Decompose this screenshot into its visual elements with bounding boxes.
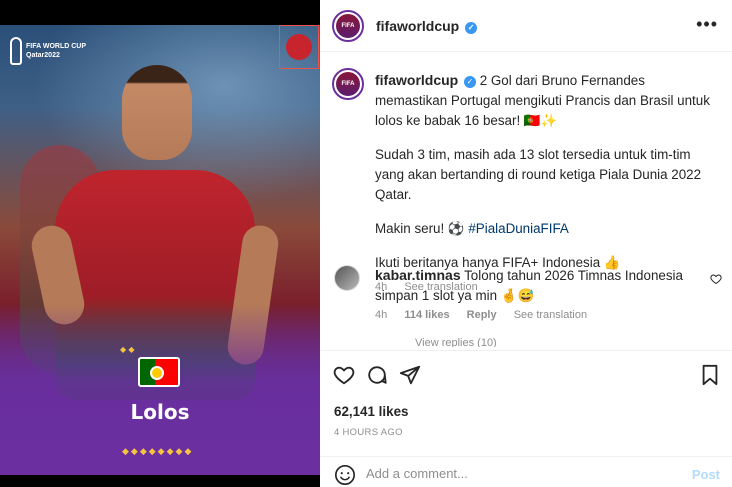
comment-like-icon[interactable] xyxy=(710,273,722,288)
post-actions: 62,141 likes 4 HOURS AGO Post xyxy=(320,350,732,487)
comment-time: 4h xyxy=(375,309,388,321)
save-bookmark-icon[interactable] xyxy=(698,363,722,387)
reply-button[interactable]: Reply xyxy=(467,309,497,321)
verified-icon: ✓ xyxy=(463,76,476,88)
caption-line3: Makin seru! ⚽ xyxy=(375,221,465,236)
world-cup-logo: FIFA WORLD CUP Qatar2022 xyxy=(10,37,86,65)
share-icon[interactable] xyxy=(398,363,422,387)
avatar[interactable] xyxy=(334,265,360,291)
fifa-logo-icon: FIFA xyxy=(336,14,360,38)
decor-dots-icon: ◆ ◆ xyxy=(120,345,135,354)
verified-icon: ✓ xyxy=(465,22,478,34)
comment-icon[interactable] xyxy=(365,363,389,387)
caption-username[interactable]: fifaworldcup xyxy=(375,72,458,88)
comment-likes[interactable]: 114 likes xyxy=(404,309,449,321)
comment-username[interactable]: kabar.timnas xyxy=(375,267,461,283)
post-headline: Lolos xyxy=(130,400,190,424)
decor-diamonds-icon: ◆◆◆◆◆◆◆◆ xyxy=(122,446,194,456)
post-timestamp: 4 HOURS AGO xyxy=(334,427,403,438)
comment-input[interactable] xyxy=(366,466,666,481)
post-header: FIFA fifaworldcup ✓ ••• xyxy=(320,0,732,52)
likes-count[interactable]: 62,141 likes xyxy=(334,404,408,419)
player-head xyxy=(122,65,192,160)
add-comment-bar: Post xyxy=(320,456,732,487)
post-detail-panel: FIFA fifaworldcup ✓ ••• FIFA fifaworldcu… xyxy=(320,0,732,487)
view-replies-link[interactable]: View replies (10) xyxy=(415,337,497,347)
trophy-icon xyxy=(10,37,22,65)
header-username[interactable]: fifaworldcup xyxy=(376,18,459,34)
post-image-panel: FIFA WORLD CUP Qatar2022 ◆ ◆ Lolos ◆◆◆◆◆… xyxy=(0,0,320,487)
post-button[interactable]: Post xyxy=(692,467,720,482)
more-options-icon[interactable]: ••• xyxy=(696,14,718,35)
portugal-flag-icon xyxy=(138,357,180,387)
fifa-logo-icon: FIFA xyxy=(336,72,360,96)
logo-line2: Qatar2022 xyxy=(26,52,60,59)
see-translation-link[interactable]: See translation xyxy=(514,309,587,321)
avatar[interactable]: FIFA xyxy=(332,10,364,42)
emoji-icon[interactable] xyxy=(334,464,356,486)
avatar[interactable]: FIFA xyxy=(332,68,364,100)
caption-line2: Sudah 3 tim, masih ada 13 slot tersedia … xyxy=(375,147,702,202)
federation-badge xyxy=(279,25,319,69)
badge-emblem-icon xyxy=(286,34,312,60)
hashtag-link[interactable]: #PialaDuniaFIFA xyxy=(468,221,568,236)
logo-line1: FIFA WORLD CUP xyxy=(26,43,87,50)
like-icon[interactable] xyxy=(332,363,356,387)
